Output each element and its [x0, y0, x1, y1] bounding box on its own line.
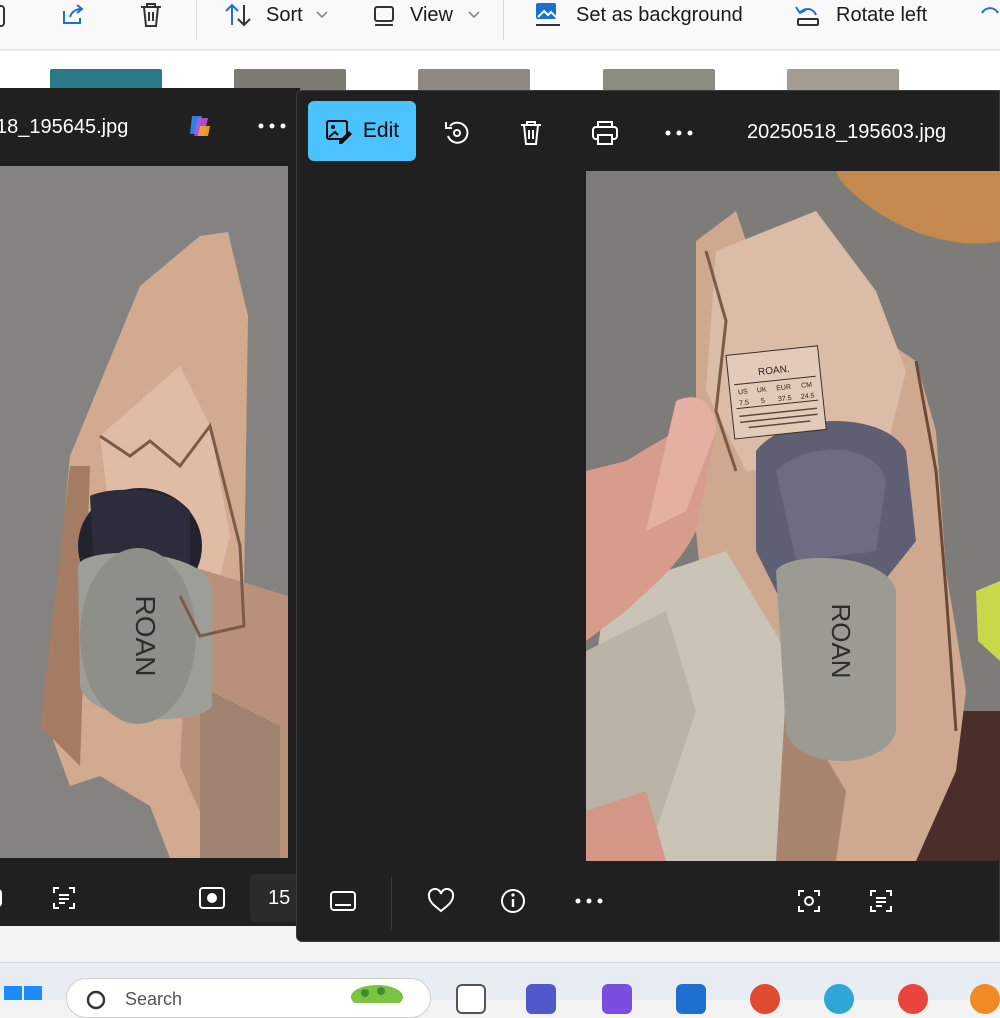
photos-window-right: Edit 20250518_195603.jpg ROAN ROAN. US U… — [296, 90, 1000, 942]
search-highlight-icon — [351, 985, 403, 1003]
rotate-right-icon[interactable] — [978, 0, 1000, 30]
photo-filename: 20250518_195603.jpg — [747, 121, 947, 143]
rotate-left-icon — [795, 6, 819, 26]
set-as-background-label: Set as background — [576, 3, 743, 26]
edit-button[interactable]: Edit — [308, 101, 416, 161]
label-size-value: 24.5 — [801, 392, 815, 400]
insole-brand-text: ROAN — [130, 596, 161, 677]
rotate-left-label: Rotate left — [836, 3, 928, 26]
wallpaper-icon — [536, 3, 560, 26]
toolbar-divider — [503, 0, 504, 40]
photo-image-left: ROAN — [0, 166, 288, 858]
label-size-value: 37.5 — [778, 395, 792, 403]
sort-label: Sort — [266, 3, 303, 26]
zoom-level-value: 15 — [268, 886, 291, 909]
copilot-icon[interactable] — [182, 108, 218, 144]
firefox-icon[interactable] — [970, 984, 1000, 1014]
zoom-icon[interactable] — [0, 878, 12, 918]
rotate-left-button[interactable]: Rotate left — [794, 0, 927, 30]
favorite-icon[interactable] — [421, 881, 461, 921]
edit-image-icon — [325, 120, 352, 144]
filmstrip-icon[interactable] — [323, 881, 363, 921]
chevron-down-icon — [468, 11, 480, 19]
outlook-icon[interactable] — [676, 984, 706, 1014]
search-icon — [86, 990, 106, 1010]
more-options-icon[interactable] — [250, 108, 294, 144]
copilot-app-icon[interactable] — [602, 984, 632, 1014]
insole-brand-text: ROAN — [826, 603, 856, 678]
more-options-icon[interactable] — [567, 881, 611, 921]
set-as-background-button[interactable]: Set as background — [534, 0, 743, 30]
photo-image-right: ROAN ROAN. US UK EUR CM 7.5 5 37.5 24.5 — [586, 171, 1000, 861]
sort-icon — [225, 3, 251, 27]
text-extract-icon[interactable] — [861, 881, 901, 921]
chevron-down-icon — [316, 11, 328, 19]
bottom-bar-divider — [391, 877, 392, 929]
visual-search-icon[interactable] — [789, 881, 829, 921]
rotate-icon[interactable] — [437, 113, 477, 153]
info-icon[interactable] — [493, 881, 533, 921]
zoom-level-field[interactable]: 15 — [250, 874, 300, 922]
chrome-icon[interactable] — [898, 984, 928, 1014]
label-size-header: CM — [801, 382, 813, 390]
more-options-icon[interactable] — [657, 113, 701, 153]
copy-icon[interactable] — [0, 0, 10, 30]
windows-start-icon[interactable] — [2, 984, 44, 1000]
label-size-header: US — [738, 388, 749, 396]
task-view-icon[interactable] — [456, 984, 486, 1014]
view-label: View — [410, 3, 453, 26]
view-icon — [374, 6, 394, 26]
text-extract-icon[interactable] — [46, 880, 82, 916]
share-icon[interactable] — [58, 0, 86, 30]
view-button[interactable]: View — [372, 0, 481, 30]
print-icon[interactable] — [585, 113, 625, 153]
toolbar-divider — [196, 0, 197, 40]
explorer-toolbar: Sort View Set as background Rotate left — [0, 0, 1000, 50]
fit-to-window-icon[interactable] — [194, 880, 230, 916]
photo-filename: 18_195645.jpg — [0, 116, 129, 138]
delete-icon[interactable] — [138, 0, 164, 30]
edge-icon[interactable] — [824, 984, 854, 1014]
edit-label: Edit — [362, 119, 400, 142]
delete-icon[interactable] — [511, 113, 551, 153]
taskbar-search-box[interactable]: Search — [66, 978, 431, 1018]
duckduckgo-icon[interactable] — [750, 984, 780, 1014]
sort-button[interactable]: Sort — [224, 0, 329, 30]
size-label-tag: ROAN. US UK EUR CM 7.5 5 37.5 24.5 — [725, 345, 827, 440]
label-size-header: UK — [757, 386, 768, 394]
teams-icon[interactable] — [526, 984, 556, 1014]
photos-window-left: 18_195645.jpg ROAN 15 — [0, 88, 300, 926]
label-size-value: 7.5 — [739, 399, 750, 407]
